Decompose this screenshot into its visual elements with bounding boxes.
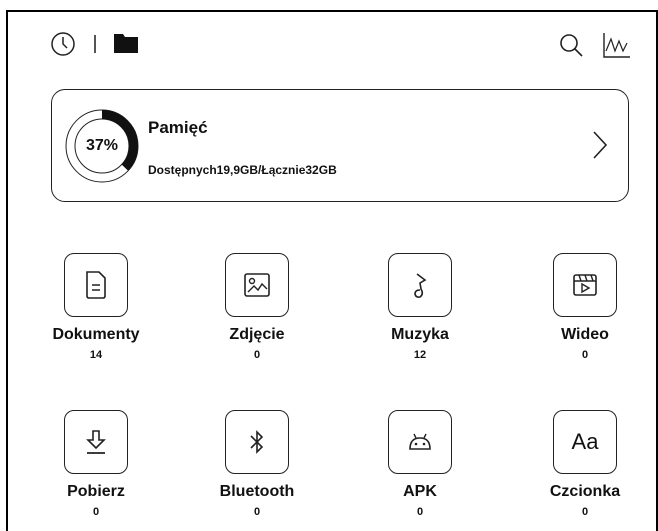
search-icon[interactable]	[558, 32, 584, 58]
android-icon[interactable]	[388, 410, 452, 474]
storage-title: Pamięć	[148, 118, 208, 137]
tile-label: Muzyka	[391, 326, 449, 343]
storage-card[interactable]: 37% Pamięć Dostępnych19,9GB/Łącznie32GB	[51, 89, 629, 202]
tile-count: 0	[253, 349, 261, 361]
storage-detail: Dostępnych19,9GB/Łącznie32GB	[148, 163, 337, 177]
storage-percent: 37%	[85, 137, 119, 154]
tile-label: Dokumenty	[52, 326, 140, 343]
tile-label: Czcionka	[549, 483, 621, 500]
category-tile-documents[interactable]: Dokumenty 14	[26, 253, 166, 361]
tile-count: 0	[92, 506, 100, 518]
category-tile-apk[interactable]: APK 0	[350, 410, 490, 518]
category-tile-music[interactable]: Muzyka 12	[350, 253, 490, 361]
line-chart-icon[interactable]	[602, 31, 632, 59]
tile-count: 12	[413, 349, 427, 361]
tile-label: Pobierz	[67, 483, 125, 500]
font-icon-glyph: Aa	[571, 429, 599, 454]
category-tile-bluetooth[interactable]: Bluetooth 0	[187, 410, 327, 518]
tile-count: 0	[253, 506, 261, 518]
tile-label: APK	[403, 483, 437, 500]
tile-label: Zdjęcie	[229, 326, 285, 343]
tile-count: 0	[581, 506, 589, 518]
tile-label: Wideo	[561, 326, 609, 343]
category-tile-downloads[interactable]: Pobierz 0	[26, 410, 166, 518]
download-icon[interactable]	[64, 410, 128, 474]
clock-icon[interactable]	[50, 31, 76, 57]
chevron-right-icon[interactable]	[590, 128, 610, 162]
music-note-icon[interactable]	[388, 253, 452, 317]
image-icon[interactable]	[225, 253, 289, 317]
tile-count: 0	[581, 349, 589, 361]
tile-label: Bluetooth	[219, 483, 295, 500]
topbar-separator	[94, 35, 96, 53]
video-icon[interactable]	[553, 253, 617, 317]
category-tile-images[interactable]: Zdjęcie 0	[187, 253, 327, 361]
category-tile-fonts[interactable]: Aa Czcionka 0	[515, 410, 655, 518]
document-icon[interactable]	[64, 253, 128, 317]
bluetooth-icon[interactable]	[225, 410, 289, 474]
font-icon[interactable]: Aa	[553, 410, 617, 474]
tile-count: 0	[416, 506, 424, 518]
tile-count: 14	[89, 349, 103, 361]
category-tile-video[interactable]: Wideo 0	[515, 253, 655, 361]
folder-icon[interactable]	[112, 30, 140, 56]
